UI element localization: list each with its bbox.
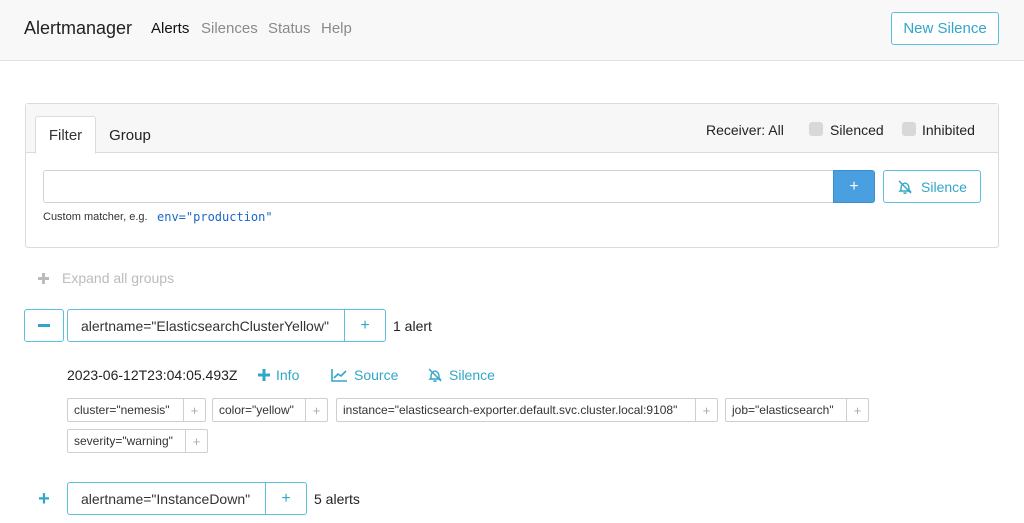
filter-silence-button[interactable]: Silence [883,170,981,203]
alert-source-label: Source [354,367,399,383]
plus-icon[interactable]: + [185,430,207,452]
label-chip: cluster="nemesis" + [67,398,206,422]
plus-icon[interactable]: + [305,399,327,421]
filter-input[interactable] [43,170,834,203]
expand-group-button[interactable]: + [34,487,54,510]
plus-icon: + [360,316,370,334]
label-chip: severity="warning" + [67,429,208,453]
tab-filter[interactable]: Filter [35,116,96,154]
tab-group[interactable]: Group [102,116,158,154]
group-alert-count: 5 alerts [314,491,360,507]
alert-silence-label: Silence [449,367,495,383]
inhibited-checkbox[interactable] [902,122,916,136]
plus-icon: + [849,177,859,195]
filter-card: Filter Group Receiver: All Silenced Inhi… [25,103,999,248]
minus-icon [38,324,50,327]
group-alert-count: 1 alert [393,318,432,334]
collapse-group-button[interactable] [24,309,64,342]
plus-icon: + [281,489,291,507]
nav-silences[interactable]: Silences [201,20,258,37]
plus-icon[interactable]: + [846,399,868,421]
plus-icon [38,272,49,284]
label-chip-text[interactable]: color="yellow" [213,399,305,421]
receiver-dropdown[interactable]: Receiver: All [706,122,784,138]
filter-card-header: Filter Group Receiver: All Silenced Inhi… [26,104,998,154]
new-silence-button[interactable]: New Silence [891,12,999,45]
bell-slash-icon [898,180,912,194]
plus-icon: + [38,487,50,510]
label-chip-text[interactable]: severity="warning" [68,430,185,452]
group-label[interactable]: alertname="InstanceDown" [67,482,266,515]
label-chip-text[interactable]: job="elasticsearch" [726,399,846,421]
label-chip-text[interactable]: cluster="nemesis" [68,399,183,421]
label-chip: color="yellow" + [212,398,328,422]
navbar: Alertmanager Alerts Silences Status Help… [0,0,1024,61]
silenced-checkbox[interactable] [809,122,823,136]
bell-slash-icon [428,368,442,382]
inhibited-label[interactable]: Inhibited [922,122,975,138]
matcher-hint: Custom matcher, e.g. [43,211,148,223]
add-matcher-button[interactable]: + [833,170,875,203]
alert-info-label: Info [276,367,300,383]
plus-icon[interactable]: + [695,399,717,421]
nav-help[interactable]: Help [321,20,352,37]
alert-timestamp: 2023-06-12T23:04:05.493Z [67,367,238,383]
silenced-label[interactable]: Silenced [830,122,884,138]
brand[interactable]: Alertmanager [24,18,132,39]
plus-icon [258,369,270,381]
nav-status[interactable]: Status [268,20,311,37]
plus-icon[interactable]: + [183,399,205,421]
nav-alerts[interactable]: Alerts [151,20,189,37]
alert-info-button[interactable]: Info [258,367,299,383]
group-label[interactable]: alertname="ElasticsearchClusterYellow" [67,309,345,342]
expand-all-groups[interactable]: Expand all groups [38,270,174,286]
group-filter-add-button[interactable]: + [266,482,307,515]
alert-source-button[interactable]: Source [331,367,398,383]
label-chip: job="elasticsearch" + [725,398,869,422]
expand-all-label: Expand all groups [62,270,175,286]
matcher-hint-example: env="production" [157,210,273,224]
chart-line-icon [331,369,347,382]
alert-silence-button[interactable]: Silence [427,367,495,383]
filter-silence-label: Silence [921,178,967,195]
group-filter-add-button[interactable]: + [345,309,386,342]
label-chip: instance="elasticsearch-exporter.default… [336,398,718,422]
label-chip-text[interactable]: instance="elasticsearch-exporter.default… [337,399,695,421]
